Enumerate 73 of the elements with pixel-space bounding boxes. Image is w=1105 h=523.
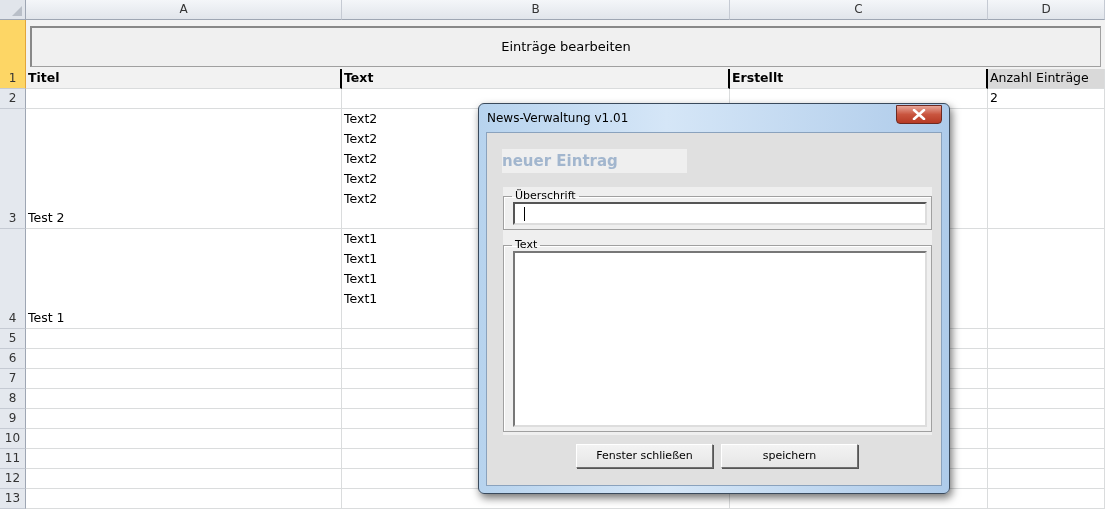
column-title: Text bbox=[344, 69, 374, 87]
sheet-cell[interactable] bbox=[988, 449, 1105, 469]
cell-text: Text2 bbox=[344, 150, 378, 168]
column-header[interactable]: C bbox=[730, 0, 988, 20]
sheet-cell[interactable] bbox=[988, 369, 1105, 389]
sheet-cell[interactable] bbox=[26, 469, 342, 489]
cell-text: 2 bbox=[990, 89, 998, 107]
row-header[interactable]: 3 bbox=[0, 109, 26, 229]
sheet-cell[interactable] bbox=[988, 489, 1105, 509]
column-title: Titel bbox=[28, 69, 60, 87]
row-header[interactable]: 13 bbox=[0, 489, 26, 509]
sheet-cell[interactable] bbox=[26, 349, 342, 369]
sheet-cell[interactable] bbox=[26, 449, 342, 469]
cell-text: Text1 bbox=[344, 290, 378, 308]
column-header[interactable]: B bbox=[342, 0, 730, 20]
cell-text: Text2 bbox=[344, 170, 378, 188]
row-header[interactable]: 12 bbox=[0, 469, 26, 489]
sheet-cell[interactable] bbox=[26, 369, 342, 389]
cell-text: Text2 bbox=[344, 110, 378, 128]
cell-text: Text1 bbox=[344, 250, 378, 268]
row-header[interactable]: 11 bbox=[0, 449, 26, 469]
row-header[interactable]: 5 bbox=[0, 329, 26, 349]
sheet-cell[interactable] bbox=[26, 409, 342, 429]
sheet-cell[interactable]: Anzahl Einträge bbox=[988, 69, 1105, 89]
sheet-cell[interactable]: Erstellt bbox=[730, 69, 988, 89]
sheet-cell[interactable] bbox=[988, 349, 1105, 369]
sheet-cell[interactable] bbox=[988, 389, 1105, 409]
input-field[interactable] bbox=[513, 202, 927, 225]
sheet-cell[interactable] bbox=[26, 329, 342, 349]
sheet-cell[interactable]: Titel bbox=[26, 69, 342, 89]
column-title: Erstellt bbox=[732, 69, 784, 87]
dialog-button[interactable]: Fenster schließen bbox=[576, 444, 713, 468]
form-heading: neuer Eintrag bbox=[502, 149, 687, 173]
row-header[interactable]: 7 bbox=[0, 369, 26, 389]
row-header[interactable]: 8 bbox=[0, 389, 26, 409]
window-title: News-Verwaltung v1.01 bbox=[486, 110, 629, 127]
sheet-cell[interactable] bbox=[988, 409, 1105, 429]
select-all-corner[interactable] bbox=[0, 0, 26, 20]
sheet-cell[interactable] bbox=[988, 109, 1105, 229]
sheet-cell[interactable] bbox=[26, 489, 342, 509]
dialog-button[interactable]: speichern bbox=[721, 444, 858, 468]
sheet-cell[interactable] bbox=[26, 389, 342, 409]
sheet-cell[interactable]: Test 1 bbox=[26, 229, 342, 329]
frame-label: Überschrift bbox=[514, 190, 577, 202]
sheet-cell[interactable]: Test 2 bbox=[26, 109, 342, 229]
sheet-cell[interactable] bbox=[988, 329, 1105, 349]
sheet-cell[interactable] bbox=[988, 469, 1105, 489]
sheet-cell[interactable] bbox=[26, 89, 342, 109]
row-header[interactable]: 10 bbox=[0, 429, 26, 449]
column-header[interactable]: A bbox=[26, 0, 342, 20]
row-header[interactable]: 1 bbox=[0, 20, 26, 89]
sheet-cell[interactable] bbox=[988, 429, 1105, 449]
cell-text: Text1 bbox=[344, 270, 378, 288]
cell-text: Test 1 bbox=[28, 309, 65, 327]
sheet-cell[interactable]: Text bbox=[342, 69, 730, 89]
text-cursor bbox=[524, 207, 525, 221]
column-header[interactable]: D bbox=[988, 0, 1105, 20]
close-button[interactable] bbox=[896, 104, 942, 124]
row-header[interactable]: 9 bbox=[0, 409, 26, 429]
sheet-cell[interactable] bbox=[988, 229, 1105, 329]
row-header[interactable]: 6 bbox=[0, 349, 26, 369]
sheet-cell[interactable] bbox=[26, 429, 342, 449]
row-header[interactable]: 4 bbox=[0, 229, 26, 329]
frame-label: Text bbox=[514, 239, 539, 251]
row-header[interactable]: 2 bbox=[0, 89, 26, 109]
cell-text: Anzahl Einträge bbox=[990, 69, 1089, 87]
sheet-cell[interactable]: 2 bbox=[988, 89, 1105, 109]
cell-text: Test 2 bbox=[28, 209, 65, 227]
close-icon bbox=[912, 108, 926, 120]
cell-text: Text2 bbox=[344, 130, 378, 148]
cell-text: Text2 bbox=[344, 190, 378, 208]
sheet-button[interactable]: Einträge bearbeiten bbox=[30, 26, 1101, 67]
cell-text: Text1 bbox=[344, 230, 378, 248]
